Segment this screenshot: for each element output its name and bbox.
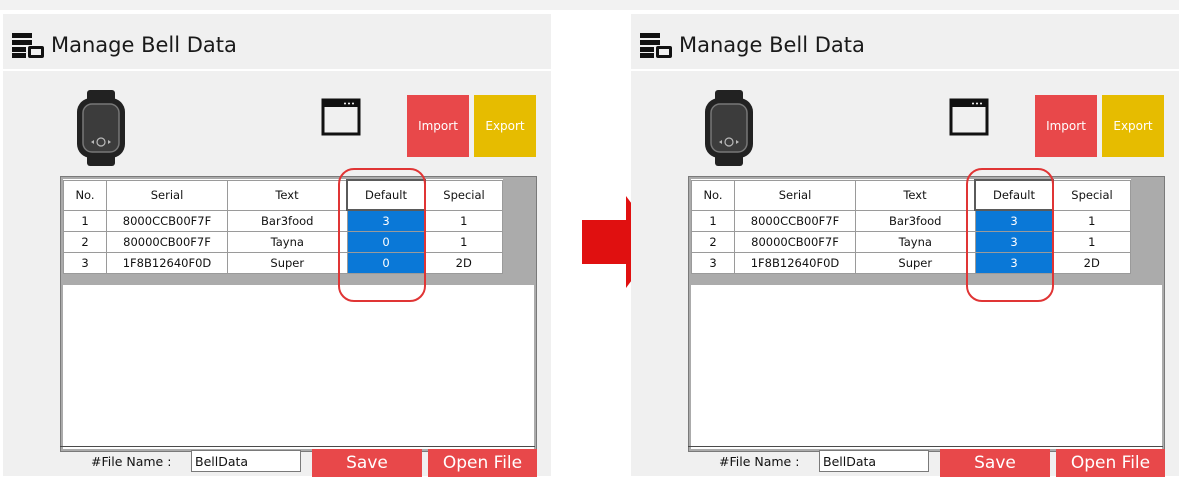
import-button[interactable]: Import [407,95,469,157]
file-name-input[interactable] [819,450,929,472]
page-title: Manage Bell Data [679,33,865,57]
page-title: Manage Bell Data [51,33,237,57]
cell-default[interactable]: 0 [346,252,426,274]
cell-default[interactable]: 3 [974,231,1054,253]
cell-text[interactable]: Tayna [855,231,976,253]
column-header-serial[interactable]: Serial [106,179,228,211]
cell-no[interactable]: 2 [691,231,735,253]
column-header-default[interactable]: Default [346,179,426,211]
cell-no[interactable]: 2 [63,231,107,253]
cell-default[interactable]: 0 [346,231,426,253]
database-icon [640,33,672,58]
cell-serial[interactable]: 80000CB00F7F [106,231,228,253]
cell-default[interactable]: 3 [974,209,1054,232]
smartwatch-icon [705,90,753,166]
top-strip [0,0,1179,10]
table-row[interactable]: 3 1F8B12640F0D Super 3 2D [691,252,1131,274]
column-header-serial[interactable]: Serial [734,179,856,211]
column-header-no[interactable]: No. [63,179,107,211]
cell-special[interactable]: 1 [1052,209,1131,232]
cell-no[interactable]: 1 [63,209,107,232]
bell-data-table: No. Serial Text Default Special 1 8000CC… [691,179,1131,274]
column-header-text[interactable]: Text [855,179,976,211]
cell-special[interactable]: 2D [424,252,503,274]
cell-special[interactable]: 1 [1052,231,1131,253]
table-row[interactable]: 2 80000CB00F7F Tayna 3 1 [691,231,1131,253]
export-button[interactable]: Export [1102,95,1164,157]
cell-serial[interactable]: 1F8B12640F0D [734,252,856,274]
cell-no[interactable]: 3 [63,252,107,274]
column-header-text[interactable]: Text [227,179,348,211]
grid-empty-area [691,285,1162,449]
file-name-label: #File Name : [719,454,800,469]
manage-bell-data-panel-before: Manage Bell Data Import Export No. Seria… [3,14,551,477]
cell-no[interactable]: 3 [691,252,735,274]
bell-data-table: No. Serial Text Default Special 1 8000CC… [63,179,503,274]
bell-data-grid: No. Serial Text Default Special 1 8000CC… [60,176,537,452]
table-row[interactable]: 3 1F8B12640F0D Super 0 2D [63,252,503,274]
header-divider [3,69,551,71]
export-button[interactable]: Export [474,95,536,157]
file-name-label: #File Name : [91,454,172,469]
import-button[interactable]: Import [1035,95,1097,157]
column-header-default[interactable]: Default [974,179,1054,211]
cell-serial[interactable]: 8000CCB00F7F [734,209,856,232]
cell-text[interactable]: Bar3food [855,209,976,232]
grid-bottom-rule [688,446,1163,447]
smartwatch-icon [77,90,125,166]
open-file-button[interactable]: Open File [428,449,537,477]
table-header-row: No. Serial Text Default Special [63,179,503,211]
panel-header: Manage Bell Data [11,30,237,60]
table-row[interactable]: 1 8000CCB00F7F Bar3food 3 1 [63,209,503,232]
column-header-no[interactable]: No. [691,179,735,211]
window-icon[interactable] [321,94,361,136]
column-header-special[interactable]: Special [1052,179,1131,211]
cell-serial[interactable]: 8000CCB00F7F [106,209,228,232]
cell-special[interactable]: 1 [424,209,503,232]
database-icon [12,33,44,58]
cell-no[interactable]: 1 [691,209,735,232]
save-button[interactable]: Save [312,449,422,477]
window-icon[interactable] [949,94,989,136]
grid-empty-area [63,285,534,449]
grid-bottom-rule [60,446,535,447]
save-button[interactable]: Save [940,449,1050,477]
table-row[interactable]: 2 80000CB00F7F Tayna 0 1 [63,231,503,253]
cell-text[interactable]: Super [855,252,976,274]
column-header-special[interactable]: Special [424,179,503,211]
cell-special[interactable]: 1 [424,231,503,253]
file-name-input[interactable] [191,450,301,472]
open-file-button[interactable]: Open File [1056,449,1165,477]
cell-special[interactable]: 2D [1052,252,1131,274]
table-row[interactable]: 1 8000CCB00F7F Bar3food 3 1 [691,209,1131,232]
table-header-row: No. Serial Text Default Special [691,179,1131,211]
panel-header: Manage Bell Data [639,30,865,60]
cell-text[interactable]: Super [227,252,348,274]
manage-bell-data-panel-after: Manage Bell Data Import Export No. Seria… [631,14,1179,477]
cell-text[interactable]: Bar3food [227,209,348,232]
cell-text[interactable]: Tayna [227,231,348,253]
cell-default[interactable]: 3 [346,209,426,232]
cell-default[interactable]: 3 [974,252,1054,274]
cell-serial[interactable]: 80000CB00F7F [734,231,856,253]
bell-data-grid: No. Serial Text Default Special 1 8000CC… [688,176,1165,452]
header-divider [631,69,1179,71]
cell-serial[interactable]: 1F8B12640F0D [106,252,228,274]
